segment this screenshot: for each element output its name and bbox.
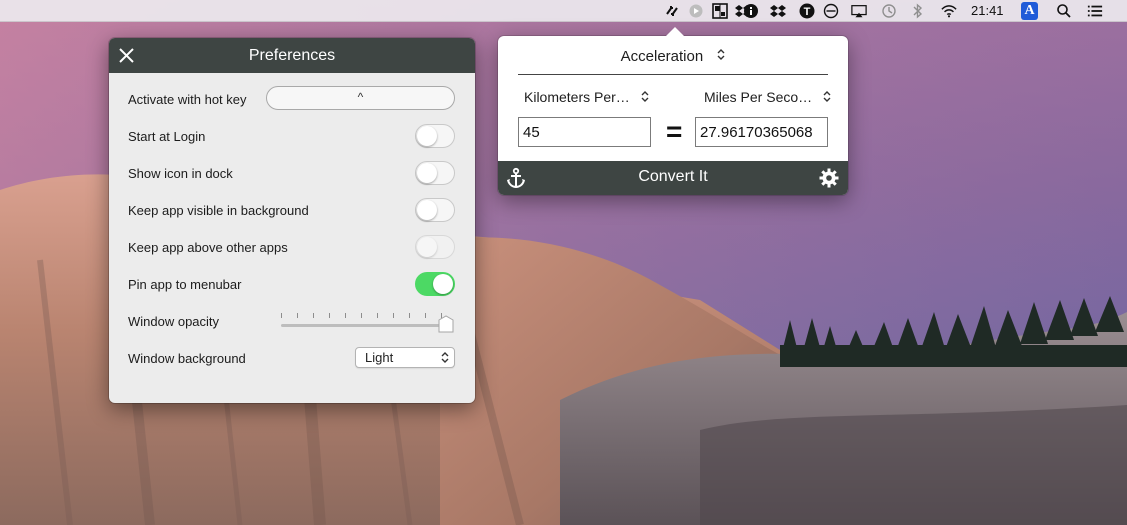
start-at-login-toggle[interactable] <box>415 124 455 148</box>
input-source-letter: A <box>1024 3 1035 18</box>
typeit-icon[interactable]: T <box>799 3 815 19</box>
toggle-knob <box>417 163 437 183</box>
slider-tick <box>409 313 410 318</box>
preferences-header: Preferences <box>109 38 475 73</box>
slider-tick <box>425 313 426 318</box>
slider-tick <box>329 313 330 318</box>
do-not-disturb-icon[interactable] <box>823 3 839 19</box>
preferences-window: Preferences Activate with hot key ^ Star… <box>109 38 475 403</box>
slider-tick <box>345 313 346 318</box>
bluetooth-icon[interactable] <box>910 3 926 19</box>
to-unit-label: Miles Per Seco… <box>704 89 813 105</box>
preferences-title: Preferences <box>248 47 336 64</box>
spotlight-icon[interactable] <box>1056 3 1072 19</box>
chevron-up-down-icon <box>441 351 449 367</box>
chevron-up-down-icon <box>823 90 831 106</box>
pref-row-start-at-login: Start at Login <box>109 119 475 156</box>
pref-label-pin-to-menubar: Pin app to menubar <box>128 277 242 292</box>
keep-visible-toggle[interactable] <box>415 198 455 222</box>
notification-center-icon[interactable] <box>1087 3 1103 19</box>
slider-tick <box>281 313 282 318</box>
to-unit-select[interactable]: Miles Per Seco… <box>704 89 831 106</box>
window-background-value: Light <box>365 350 394 365</box>
pref-row-pin-to-menubar: Pin app to menubar <box>109 267 475 304</box>
convert-button[interactable]: Convert It <box>598 168 748 186</box>
from-unit-select[interactable]: Kilometers Per… <box>524 89 649 106</box>
equals-sign: = <box>666 116 683 147</box>
chevron-up-down-icon <box>641 90 649 106</box>
pref-label-start-at-login: Start at Login <box>128 129 206 144</box>
pref-row-keep-visible: Keep app visible in background <box>109 193 475 230</box>
toggle-knob <box>417 200 437 220</box>
pref-row-keep-above: Keep app above other apps <box>109 230 475 267</box>
category-label: Acceleration <box>620 47 704 65</box>
window-background-select[interactable]: Light <box>355 347 455 368</box>
keep-above-toggle[interactable] <box>415 235 455 259</box>
dropbox-icon-secondary[interactable] <box>770 3 786 19</box>
slider-tick <box>313 313 314 318</box>
toggle-knob <box>433 274 453 294</box>
grid-app-icon[interactable] <box>712 3 728 19</box>
pref-label-hotkey: Activate with hot key <box>128 92 247 107</box>
chevron-up-down-icon <box>717 48 725 65</box>
time-machine-icon[interactable] <box>881 3 897 19</box>
toggle-knob <box>417 237 437 257</box>
menubar-clock[interactable]: 21:41 <box>971 3 1004 18</box>
pref-label-keep-above: Keep app above other apps <box>128 240 288 255</box>
hotkey-field[interactable]: ^ <box>266 86 455 110</box>
slider-thumb[interactable] <box>438 315 454 334</box>
pref-label-window-opacity: Window opacity <box>128 314 220 329</box>
pref-label-window-background: Window background <box>128 351 246 366</box>
converter-popover: Acceleration Kilometers Per… Miles Per S… <box>498 27 848 195</box>
window-opacity-slider[interactable] <box>281 313 457 337</box>
converter-footer: Convert It <box>498 161 848 195</box>
toggle-knob <box>417 126 437 146</box>
popover-arrow <box>665 27 685 37</box>
info-circle-icon[interactable] <box>743 3 759 19</box>
input-source-icon[interactable]: A <box>1021 2 1038 20</box>
wifi-icon[interactable] <box>941 3 957 19</box>
slider-tick <box>361 313 362 318</box>
from-unit-label: Kilometers Per… <box>524 89 630 105</box>
slider-tick <box>377 313 378 318</box>
from-value-input[interactable] <box>518 117 651 147</box>
show-icon-in-dock-toggle[interactable] <box>415 161 455 185</box>
slider-track <box>281 324 447 327</box>
category-select[interactable]: Acceleration <box>498 47 848 65</box>
divider <box>518 74 828 75</box>
menubar: T 21:41 A <box>0 0 1127 22</box>
typeit-letter: T <box>804 6 811 18</box>
pref-row-show-icon-in-dock: Show icon in dock <box>109 156 475 193</box>
record-icon[interactable] <box>688 3 704 19</box>
pref-label-keep-visible: Keep app visible in background <box>128 203 309 218</box>
converter-arrows-icon[interactable] <box>664 3 680 19</box>
anchor-icon[interactable] <box>506 167 526 189</box>
gear-icon[interactable] <box>819 168 839 188</box>
to-value-input[interactable] <box>695 117 828 147</box>
airplay-icon[interactable] <box>851 3 867 19</box>
slider-tick <box>297 313 298 318</box>
pin-to-menubar-toggle[interactable] <box>415 272 455 296</box>
pref-label-show-icon-in-dock: Show icon in dock <box>128 166 233 181</box>
slider-tick <box>393 313 394 318</box>
